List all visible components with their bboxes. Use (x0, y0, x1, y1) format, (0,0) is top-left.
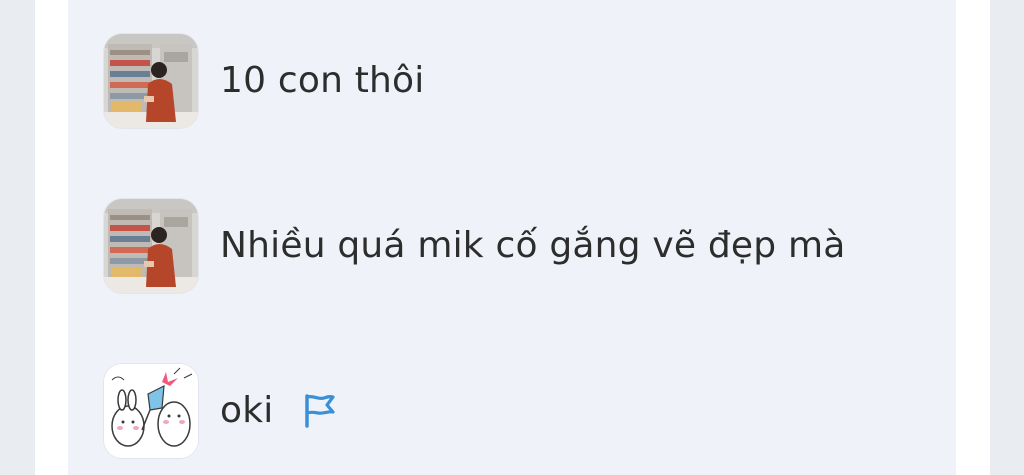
chat-message: Nhiều quá mik cố gắng vẽ đẹp mà (104, 199, 846, 293)
chat-message: oki (104, 364, 339, 458)
report-flag-button[interactable] (299, 391, 339, 431)
message-text: Nhiều quá mik cố gắng vẽ đẹp mà (220, 225, 846, 266)
message-text: 10 con thôi (220, 60, 425, 101)
store-photo-avatar-image (104, 34, 198, 128)
user-avatar[interactable] (104, 364, 198, 458)
page: 10 con thôi Nhiều quá mik cố gắng vẽ đẹp… (0, 0, 1024, 475)
chat-message: 10 con thôi (104, 34, 425, 128)
user-avatar[interactable] (104, 34, 198, 128)
store-photo-avatar-image (104, 199, 198, 293)
flag-icon (305, 394, 336, 428)
message-text: oki (220, 390, 274, 431)
bunny-sticker-avatar-image (104, 364, 198, 458)
user-avatar[interactable] (104, 199, 198, 293)
